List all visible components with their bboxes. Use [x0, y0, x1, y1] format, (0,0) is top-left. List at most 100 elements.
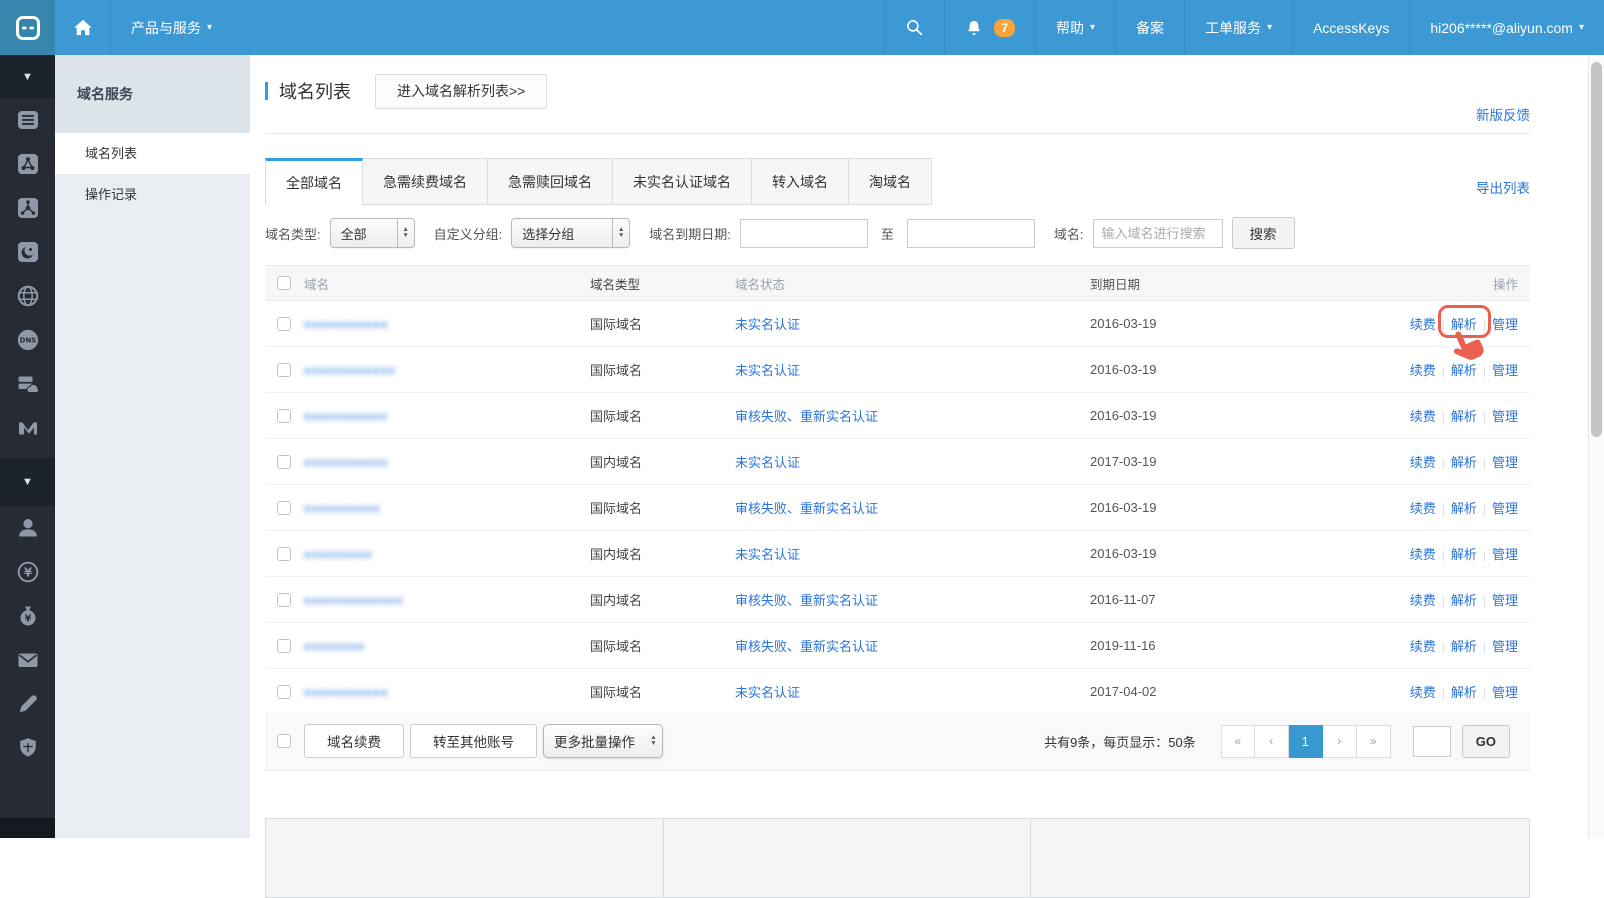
action-resolve-link[interactable]: 解析	[1451, 547, 1477, 562]
select-all-checkbox[interactable]	[277, 276, 291, 290]
products-menu[interactable]: 产品与服务 ▾	[111, 0, 232, 55]
action-renew-link[interactable]: 续费	[1410, 639, 1436, 654]
tab-renew-urgent[interactable]: 急需续费域名	[363, 158, 488, 205]
status-link[interactable]: 未实名认证	[735, 317, 800, 332]
page-number-input[interactable]	[1413, 726, 1451, 757]
domain-link-redacted[interactable]: ●●●●●●●●	[304, 641, 365, 653]
action-manage-link[interactable]: 管理	[1492, 317, 1518, 332]
sidebar-item-billing[interactable]: ¥	[0, 550, 55, 594]
more-batch-operations-select[interactable]: 更多批量操作 ▲▼	[543, 724, 663, 758]
domain-search-input[interactable]	[1093, 219, 1223, 248]
sidebar-item-cdn[interactable]	[0, 274, 55, 318]
action-renew-link[interactable]: 续费	[1410, 409, 1436, 424]
sidebar-item-security[interactable]	[0, 726, 55, 770]
tab-tao-domains[interactable]: 淘域名	[849, 158, 932, 205]
status-link[interactable]: 未实名认证	[735, 685, 800, 700]
pagination-prev[interactable]: ‹	[1255, 725, 1289, 758]
accesskeys-link[interactable]: AccessKeys	[1293, 0, 1409, 55]
domain-link-redacted[interactable]: ●●●●●●●●●●●●●	[304, 595, 403, 607]
domain-link-redacted[interactable]: ●●●●●●●●●●●	[304, 319, 388, 331]
status-link[interactable]: 审核失败、重新实名认证	[735, 501, 878, 516]
ticket-service-menu[interactable]: 工单服务 ▾	[1185, 0, 1292, 55]
domain-link-redacted[interactable]: ●●●●●●●●●	[304, 549, 373, 561]
action-renew-link[interactable]: 续费	[1410, 317, 1436, 332]
action-resolve-link[interactable]: 解析	[1451, 685, 1477, 700]
help-menu[interactable]: 帮助 ▾	[1036, 0, 1115, 55]
action-resolve-link[interactable]: 解析	[1451, 639, 1477, 654]
action-manage-link[interactable]: 管理	[1492, 409, 1518, 424]
beian-link[interactable]: 备案	[1116, 0, 1184, 55]
batch-renew-button[interactable]: 域名续费	[304, 724, 404, 758]
sidebar-item-feedback[interactable]	[0, 682, 55, 726]
sidebar-item-domain-list[interactable]: 域名列表	[55, 133, 250, 174]
sidebar-item-server[interactable]	[0, 98, 55, 142]
status-link[interactable]: 审核失败、重新实名认证	[735, 593, 878, 608]
sidebar-item-disk[interactable]	[0, 230, 55, 274]
action-manage-link[interactable]: 管理	[1492, 547, 1518, 562]
expiry-date-from-input[interactable]	[740, 219, 868, 248]
action-resolve-link[interactable]: 解析	[1451, 317, 1477, 332]
tab-transfer-in[interactable]: 转入域名	[752, 158, 849, 205]
status-link[interactable]: 审核失败、重新实名认证	[735, 409, 878, 424]
tab-redeem-urgent[interactable]: 急需赎回域名	[488, 158, 613, 205]
action-manage-link[interactable]: 管理	[1492, 501, 1518, 516]
expiry-date-to-input[interactable]	[907, 219, 1035, 248]
tab-all-domains[interactable]: 全部域名	[265, 158, 363, 205]
search-button[interactable]	[885, 0, 944, 55]
action-renew-link[interactable]: 续费	[1410, 593, 1436, 608]
status-link[interactable]: 审核失败、重新实名认证	[735, 639, 878, 654]
sidebar-item-funds[interactable]: ¥	[0, 594, 55, 638]
status-link[interactable]: 未实名认证	[735, 455, 800, 470]
pagination-first[interactable]: «	[1221, 725, 1255, 758]
row-checkbox[interactable]	[277, 317, 291, 331]
batch-transfer-button[interactable]: 转至其他账号	[410, 724, 537, 758]
sidebar-item-operation-log[interactable]: 操作记录	[55, 174, 250, 215]
aliyun-logo[interactable]	[0, 0, 55, 55]
action-manage-link[interactable]: 管理	[1492, 593, 1518, 608]
row-checkbox[interactable]	[277, 639, 291, 653]
row-checkbox[interactable]	[277, 455, 291, 469]
row-checkbox[interactable]	[277, 547, 291, 561]
new-version-feedback-link[interactable]: 新版反馈	[1476, 104, 1530, 124]
sidebar-group-collapse-toggle-2[interactable]: ▼	[0, 458, 55, 506]
action-renew-link[interactable]: 续费	[1410, 455, 1436, 470]
action-resolve-link[interactable]: 解析	[1451, 501, 1477, 516]
scrollbar-thumb[interactable]	[1591, 62, 1602, 437]
enter-dns-list-button[interactable]: 进入域名解析列表>>	[375, 74, 547, 109]
sidebar-item-mqs[interactable]	[0, 406, 55, 450]
action-resolve-link[interactable]: 解析	[1451, 455, 1477, 470]
pagination-last[interactable]: »	[1357, 725, 1391, 758]
custom-group-select[interactable]: 选择分组 ▲▼	[511, 218, 630, 248]
row-checkbox[interactable]	[277, 501, 291, 515]
action-resolve-link[interactable]: 解析	[1451, 363, 1477, 378]
action-renew-link[interactable]: 续费	[1410, 685, 1436, 700]
domain-link-redacted[interactable]: ●●●●●●●●●●●	[304, 457, 388, 469]
tab-not-verified[interactable]: 未实名认证域名	[613, 158, 752, 205]
notifications-button[interactable]: 7	[945, 0, 1035, 55]
action-resolve-link[interactable]: 解析	[1451, 409, 1477, 424]
pagination-page-1[interactable]: 1	[1289, 725, 1323, 758]
action-renew-link[interactable]: 续费	[1410, 363, 1436, 378]
search-button[interactable]: 搜索	[1232, 217, 1295, 249]
sidebar-item-dns[interactable]: DNS	[0, 318, 55, 362]
domain-link-redacted[interactable]: ●●●●●●●●●●	[304, 503, 380, 515]
row-checkbox[interactable]	[277, 685, 291, 699]
batch-select-checkbox[interactable]	[277, 734, 291, 748]
action-resolve-link[interactable]: 解析	[1451, 593, 1477, 608]
pagination-next[interactable]: ›	[1323, 725, 1357, 758]
domain-link-redacted[interactable]: ●●●●●●●●●●●●	[304, 365, 396, 377]
action-manage-link[interactable]: 管理	[1492, 363, 1518, 378]
sidebar-item-slb[interactable]	[0, 142, 55, 186]
go-button[interactable]: GO	[1462, 725, 1510, 758]
account-menu[interactable]: hi206*****@aliyun.com ▾	[1410, 0, 1604, 55]
action-renew-link[interactable]: 续费	[1410, 547, 1436, 562]
action-renew-link[interactable]: 续费	[1410, 501, 1436, 516]
row-checkbox[interactable]	[277, 409, 291, 423]
domain-link-redacted[interactable]: ●●●●●●●●●●●	[304, 411, 388, 423]
action-manage-link[interactable]: 管理	[1492, 685, 1518, 700]
domain-link-redacted[interactable]: ●●●●●●●●●●●	[304, 687, 388, 699]
home-button[interactable]	[55, 0, 110, 55]
sidebar-item-messages[interactable]	[0, 638, 55, 682]
row-checkbox[interactable]	[277, 363, 291, 377]
export-list-link[interactable]: 导出列表	[1476, 177, 1530, 197]
